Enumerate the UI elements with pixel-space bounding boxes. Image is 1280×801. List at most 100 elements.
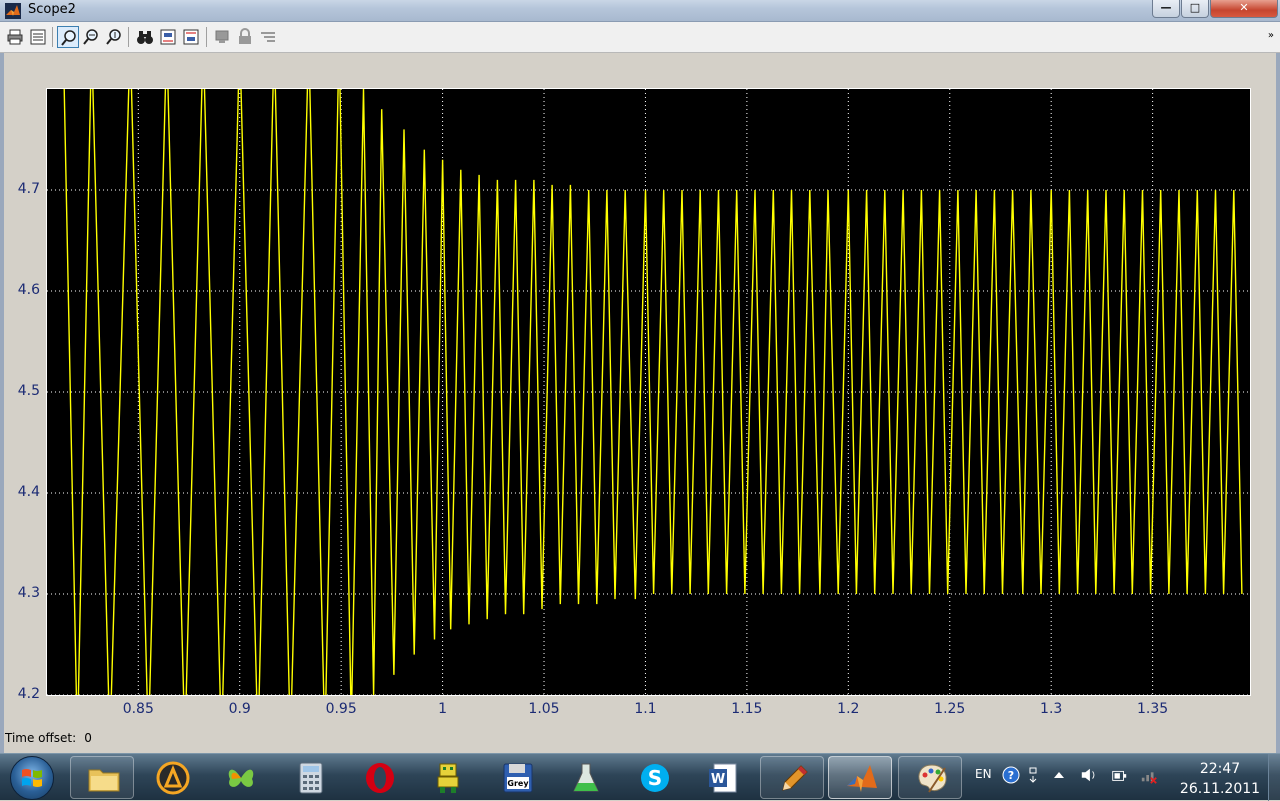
x-tick-label: 1.35 <box>1137 701 1169 717</box>
skype-icon: S <box>641 764 669 792</box>
taskbar-app-flask[interactable] <box>553 756 617 799</box>
taskbar-app-grey-disk[interactable]: Grey <box>485 756 549 799</box>
show-hidden-icons-icon[interactable] <box>1050 766 1068 784</box>
power-icon[interactable] <box>1110 766 1128 784</box>
taskbar-app-aimp[interactable] <box>140 756 204 799</box>
taskbar-app-opera[interactable] <box>347 756 411 799</box>
y-tick-label: 4.3 <box>17 585 40 601</box>
help-icon[interactable]: ? <box>1002 766 1020 784</box>
y-tick-label: 4.6 <box>17 282 40 298</box>
show-desktop-button[interactable] <box>1268 754 1280 801</box>
calculator-icon <box>299 762 323 794</box>
zoom-x-button[interactable] <box>80 26 102 48</box>
parameters-button[interactable] <box>27 26 49 48</box>
binoculars-icon <box>137 31 153 44</box>
butterfly-icon <box>228 769 254 787</box>
y-tick-label: 4.7 <box>17 181 40 197</box>
window-titlebar[interactable]: Scope2 — □ ✕ <box>0 0 1280 22</box>
clock-time: 22:47 <box>1199 761 1241 777</box>
clock-date: 26.11.2011 <box>1179 781 1261 797</box>
x-tick-label: 1.2 <box>837 701 860 717</box>
window-title: Scope2 <box>28 2 76 17</box>
taskbar-clock[interactable]: 22:47 26.11.2011 <box>1175 759 1265 799</box>
maximize-icon: □ <box>1189 1 1201 14</box>
parameters-icon <box>30 29 46 45</box>
y-tick-label: 4.2 <box>17 686 40 702</box>
grid-lines <box>47 89 1250 695</box>
signal-trace <box>63 89 1243 695</box>
matlab-icon <box>847 765 877 792</box>
close-icon: ✕ <box>1239 1 1249 14</box>
toolbar-overflow-icon[interactable]: » <box>1268 30 1274 41</box>
maximize-button[interactable]: □ <box>1181 0 1209 18</box>
palette-icon <box>918 764 947 793</box>
lock-axes-button[interactable] <box>234 26 256 48</box>
minimize-icon: — <box>1160 1 1172 14</box>
taskbar-app-paint[interactable] <box>898 756 962 799</box>
flask-icon <box>573 763 599 792</box>
taskbar-app-word[interactable]: W <box>690 756 754 799</box>
windows-logo-icon <box>22 769 42 787</box>
signal-selector-icon <box>261 32 275 42</box>
grey-disk-label: Grey <box>507 779 529 788</box>
floating-scope-icon <box>215 30 229 43</box>
zoom-icon <box>61 30 76 46</box>
toolbar-separator <box>128 27 129 47</box>
y-tick-label: 4.4 <box>17 484 40 500</box>
signal-selector-button[interactable] <box>257 26 279 48</box>
windows-taskbar: Grey S W EN ? 22:47 26.11.2011 <box>0 753 1280 801</box>
zoom-x-icon <box>83 29 98 45</box>
minimize-button[interactable]: — <box>1152 0 1180 18</box>
autoscale-button[interactable] <box>134 26 156 48</box>
floating-scope-button[interactable] <box>211 26 233 48</box>
system-tray: EN ? 22:47 26.11.2011 <box>970 754 1280 801</box>
taskbar-app-skype[interactable]: S <box>622 756 686 799</box>
printer-icon <box>7 29 23 45</box>
robot-icon <box>437 763 459 793</box>
x-tick-label: 1 <box>438 701 448 717</box>
svg-text:W: W <box>711 772 725 787</box>
taskbar-app-matlab[interactable] <box>828 756 892 799</box>
time-offset-value: 0 <box>84 731 92 745</box>
zoom-y-button[interactable] <box>103 26 125 48</box>
matlab-icon <box>5 3 21 19</box>
zoom-y-icon <box>106 29 121 45</box>
scope-axes[interactable] <box>46 88 1251 696</box>
taskbar-app-explorer[interactable] <box>70 756 134 799</box>
folder-icon <box>88 769 120 792</box>
time-offset-label: Time offset: <box>5 731 77 745</box>
aimp-icon <box>156 761 190 795</box>
y-tick-label: 4.5 <box>17 383 40 399</box>
svg-text:?: ? <box>1008 769 1014 782</box>
status-bar: Time offset: 0 <box>5 731 100 745</box>
restore-axes-icon <box>183 29 199 45</box>
word-icon: W <box>709 763 737 793</box>
taskbar-app-paint-pencil[interactable] <box>760 756 824 799</box>
zoom-button[interactable] <box>57 26 79 48</box>
start-button[interactable] <box>10 756 54 800</box>
volume-icon[interactable] <box>1080 766 1098 784</box>
language-indicator[interactable]: EN <box>975 767 992 781</box>
floppy-icon: Grey <box>503 763 533 793</box>
x-tick-label: 0.85 <box>122 701 154 717</box>
toolbar-separator <box>206 27 207 47</box>
svg-text:S: S <box>648 766 662 790</box>
print-button[interactable] <box>4 26 26 48</box>
opera-icon <box>366 763 394 793</box>
x-tick-label: 1.1 <box>634 701 657 717</box>
x-tick-label: 1.25 <box>934 701 966 717</box>
pencil-icon <box>782 765 808 791</box>
restore-axes-button[interactable] <box>180 26 202 48</box>
language-settings-icon[interactable] <box>1026 766 1044 784</box>
scope-toolbar: » <box>0 22 1280 53</box>
taskbar-app-calculator[interactable] <box>278 756 342 799</box>
save-axes-button[interactable] <box>157 26 179 48</box>
taskbar-app-robot[interactable] <box>415 756 479 799</box>
network-disconnected-icon[interactable] <box>1140 766 1158 784</box>
x-tick-label: 1.3 <box>1040 701 1063 717</box>
toolbar-separator <box>52 27 53 47</box>
close-button[interactable]: ✕ <box>1210 0 1278 18</box>
x-tick-label: 1.15 <box>731 701 763 717</box>
taskbar-app-butterfly[interactable] <box>208 756 272 799</box>
x-tick-label: 1.05 <box>528 701 560 717</box>
